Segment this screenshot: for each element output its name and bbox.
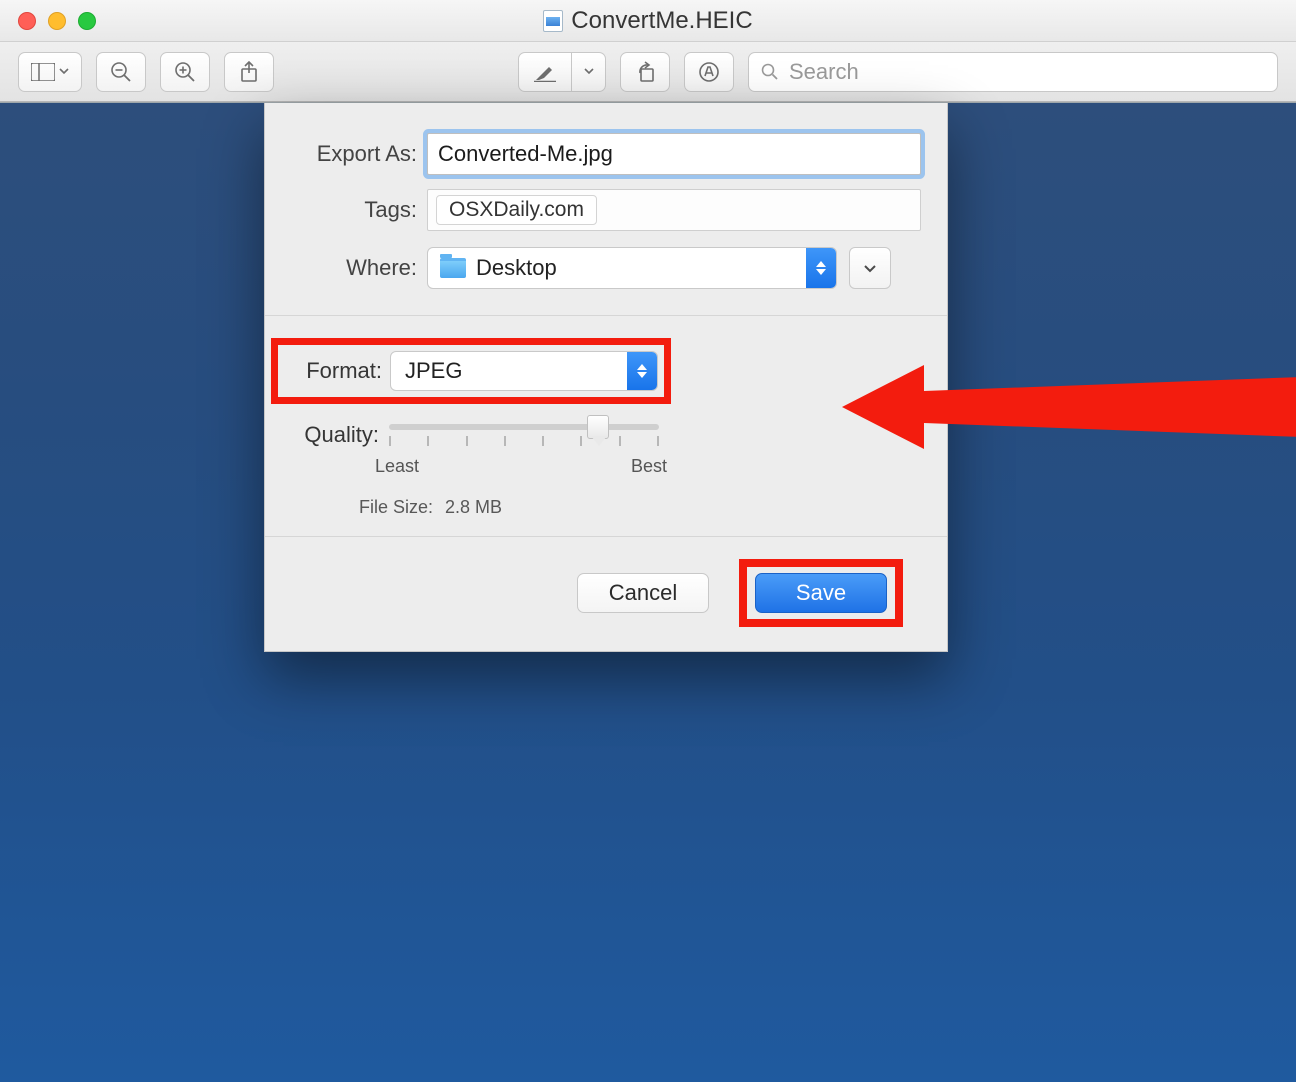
quality-label: Quality: — [275, 420, 389, 448]
close-window-button[interactable] — [18, 12, 36, 30]
updown-arrows-icon — [627, 352, 657, 390]
quality-slider-knob[interactable] — [587, 415, 609, 439]
where-popup[interactable]: Desktop — [427, 247, 837, 289]
tags-label: Tags: — [291, 197, 427, 223]
window-controls — [0, 12, 96, 30]
slider-ticks — [389, 436, 659, 446]
markup-tool-segment — [518, 52, 606, 92]
quality-slider[interactable] — [389, 424, 659, 430]
zoom-out-button[interactable] — [96, 52, 146, 92]
document-icon — [543, 10, 563, 32]
export-sheet: Export As: Tags: OSXDaily.com Where: Des… — [264, 103, 948, 652]
quality-min-label: Least — [375, 456, 419, 477]
sidebar-toggle-button[interactable] — [18, 52, 82, 92]
share-button[interactable] — [224, 52, 274, 92]
toolbar: Search — [0, 42, 1296, 102]
document-canvas: Export As: Tags: OSXDaily.com Where: Des… — [0, 102, 1296, 1082]
zoom-in-button[interactable] — [160, 52, 210, 92]
window-titlebar: ConvertMe.HEIC — [0, 0, 1296, 42]
rotate-button[interactable] — [620, 52, 670, 92]
format-label: Format: — [278, 358, 390, 384]
where-value: Desktop — [476, 255, 806, 281]
zoom-window-button[interactable] — [78, 12, 96, 30]
filesize-value: 2.8 MB — [445, 497, 502, 518]
tag-token[interactable]: OSXDaily.com — [436, 195, 597, 225]
tags-field[interactable]: OSXDaily.com — [427, 189, 921, 231]
format-row-highlight: Format: JPEG — [271, 338, 671, 404]
highlight-button[interactable] — [518, 52, 572, 92]
highlight-menu-button[interactable] — [572, 52, 606, 92]
folder-icon — [440, 258, 466, 278]
format-popup[interactable]: JPEG — [390, 351, 658, 391]
filesize-label: File Size: — [275, 497, 445, 518]
format-value: JPEG — [391, 358, 627, 384]
save-button[interactable]: Save — [755, 573, 887, 613]
window-title: ConvertMe.HEIC — [571, 7, 752, 35]
minimize-window-button[interactable] — [48, 12, 66, 30]
cancel-button[interactable]: Cancel — [577, 573, 709, 613]
quality-max-label: Best — [631, 456, 667, 477]
where-label: Where: — [291, 255, 427, 281]
updown-arrows-icon — [806, 248, 836, 288]
export-as-input[interactable] — [427, 133, 921, 175]
search-icon — [761, 63, 779, 81]
markup-toolbar-button[interactable] — [684, 52, 734, 92]
save-button-highlight: Save — [739, 559, 903, 627]
search-field[interactable]: Search — [748, 52, 1278, 92]
export-as-label: Export As: — [291, 141, 427, 167]
where-expand-button[interactable] — [849, 247, 891, 289]
search-placeholder: Search — [789, 59, 859, 85]
